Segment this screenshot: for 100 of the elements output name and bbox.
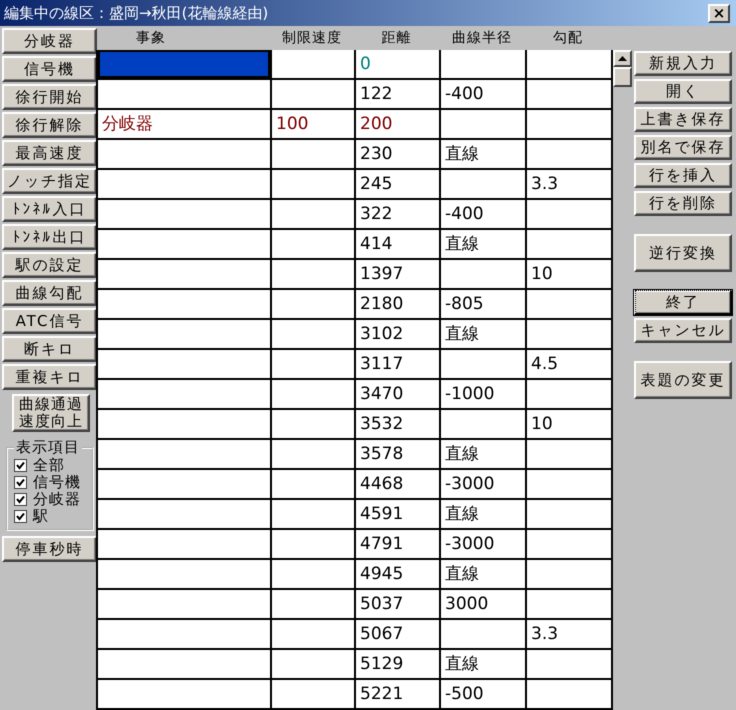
action-button[interactable]: 表題の変更: [634, 361, 732, 399]
table-cell[interactable]: 5129: [356, 650, 441, 680]
table-cell[interactable]: -3000: [441, 530, 527, 560]
table-cell[interactable]: [441, 410, 527, 440]
table-cell[interactable]: [527, 680, 613, 710]
table-cell[interactable]: [98, 140, 272, 170]
table-cell[interactable]: [272, 170, 356, 200]
table-cell[interactable]: [272, 500, 356, 530]
table-cell[interactable]: -400: [441, 200, 527, 230]
table-cell[interactable]: [527, 530, 613, 560]
table-cell[interactable]: 5221: [356, 680, 441, 710]
table-cell[interactable]: 2180: [356, 290, 441, 320]
table-cell[interactable]: -1000: [441, 380, 527, 410]
table-cell[interactable]: 3.3: [527, 170, 613, 200]
table-cell[interactable]: [441, 50, 527, 80]
table-cell[interactable]: 直線: [441, 230, 527, 260]
table-cell[interactable]: 5037: [356, 590, 441, 620]
table-cell[interactable]: 0: [356, 50, 441, 80]
table-cell[interactable]: [272, 380, 356, 410]
table-cell[interactable]: [527, 650, 613, 680]
table-cell[interactable]: [98, 620, 272, 650]
tool-button[interactable]: 信号機: [2, 56, 97, 82]
table-cell[interactable]: [527, 290, 613, 320]
table-cell[interactable]: [272, 560, 356, 590]
table-cell[interactable]: 100: [272, 110, 356, 140]
table-cell[interactable]: [527, 380, 613, 410]
table-cell[interactable]: 4468: [356, 470, 441, 500]
table-cell[interactable]: [272, 350, 356, 380]
table-cell[interactable]: [98, 260, 272, 290]
tool-button[interactable]: 駅の設定: [2, 252, 97, 278]
table-cell[interactable]: 10: [527, 260, 613, 290]
action-button[interactable]: 逆行変換: [634, 234, 732, 272]
table-cell[interactable]: [98, 500, 272, 530]
table-cell[interactable]: 3470: [356, 380, 441, 410]
table-cell[interactable]: [98, 50, 272, 80]
table-cell[interactable]: 3117: [356, 350, 441, 380]
table-cell[interactable]: 230: [356, 140, 441, 170]
table-cell[interactable]: [527, 200, 613, 230]
table-cell[interactable]: [98, 230, 272, 260]
table-cell[interactable]: [272, 260, 356, 290]
table-cell[interactable]: 4591: [356, 500, 441, 530]
action-button[interactable]: 終了: [634, 290, 732, 315]
table-cell[interactable]: -805: [441, 290, 527, 320]
action-button[interactable]: 行を挿入: [634, 163, 732, 188]
table-cell[interactable]: [98, 650, 272, 680]
checkbox[interactable]: [14, 476, 27, 489]
table-cell[interactable]: [527, 470, 613, 500]
stop-time-button[interactable]: 停車秒時: [2, 536, 97, 562]
table-cell[interactable]: 直線: [441, 500, 527, 530]
action-button[interactable]: 新規入力: [634, 51, 732, 76]
checkbox[interactable]: [14, 459, 27, 472]
table-cell[interactable]: [441, 260, 527, 290]
table-cell[interactable]: [98, 440, 272, 470]
table-cell[interactable]: 直線: [441, 140, 527, 170]
table-cell[interactable]: [272, 80, 356, 110]
table-cell[interactable]: [98, 470, 272, 500]
table-cell[interactable]: 分岐器: [98, 110, 272, 140]
table-cell[interactable]: [98, 380, 272, 410]
table-cell[interactable]: [272, 290, 356, 320]
table-cell[interactable]: 4.5: [527, 350, 613, 380]
table-cell[interactable]: [98, 410, 272, 440]
table-cell[interactable]: [98, 530, 272, 560]
table-cell[interactable]: 414: [356, 230, 441, 260]
table-cell[interactable]: 3000: [441, 590, 527, 620]
scroll-up-button[interactable]: [613, 50, 632, 67]
tool-button[interactable]: 曲線勾配: [2, 280, 97, 306]
table-cell[interactable]: [527, 500, 613, 530]
action-button[interactable]: 行を削除: [634, 191, 732, 216]
table-cell[interactable]: 3532: [356, 410, 441, 440]
table-cell[interactable]: [441, 170, 527, 200]
checkbox[interactable]: [14, 493, 27, 506]
table-cell[interactable]: 200: [356, 110, 441, 140]
table-cell[interactable]: [527, 320, 613, 350]
table-cell[interactable]: 3.3: [527, 620, 613, 650]
table-cell[interactable]: -3000: [441, 470, 527, 500]
action-button[interactable]: 開く: [634, 79, 732, 104]
tool-button[interactable]: 断キロ: [2, 336, 97, 362]
table-cell[interactable]: [441, 350, 527, 380]
table-cell[interactable]: [272, 650, 356, 680]
table-cell[interactable]: [272, 470, 356, 500]
table-cell[interactable]: [527, 110, 613, 140]
table-cell[interactable]: 322: [356, 200, 441, 230]
table-cell[interactable]: [272, 140, 356, 170]
tool-button[interactable]: ﾄﾝﾈﾙ入口: [2, 196, 97, 222]
tool-button[interactable]: ATC信号: [2, 308, 97, 334]
close-button[interactable]: ×: [708, 4, 730, 22]
table-cell[interactable]: [527, 230, 613, 260]
table-cell[interactable]: [98, 680, 272, 710]
table-cell[interactable]: 直線: [441, 560, 527, 590]
tool-button[interactable]: 重複キロ: [2, 364, 97, 390]
table-cell[interactable]: [272, 680, 356, 710]
table-cell[interactable]: [98, 200, 272, 230]
tool-button[interactable]: 徐行開始: [2, 84, 97, 110]
action-button[interactable]: 上書き保存: [634, 107, 732, 132]
action-button[interactable]: 別名で保存: [634, 135, 732, 160]
table-cell[interactable]: [527, 560, 613, 590]
table-cell[interactable]: 5067: [356, 620, 441, 650]
table-cell[interactable]: [441, 110, 527, 140]
table-cell[interactable]: -500: [441, 680, 527, 710]
table-cell[interactable]: [272, 320, 356, 350]
